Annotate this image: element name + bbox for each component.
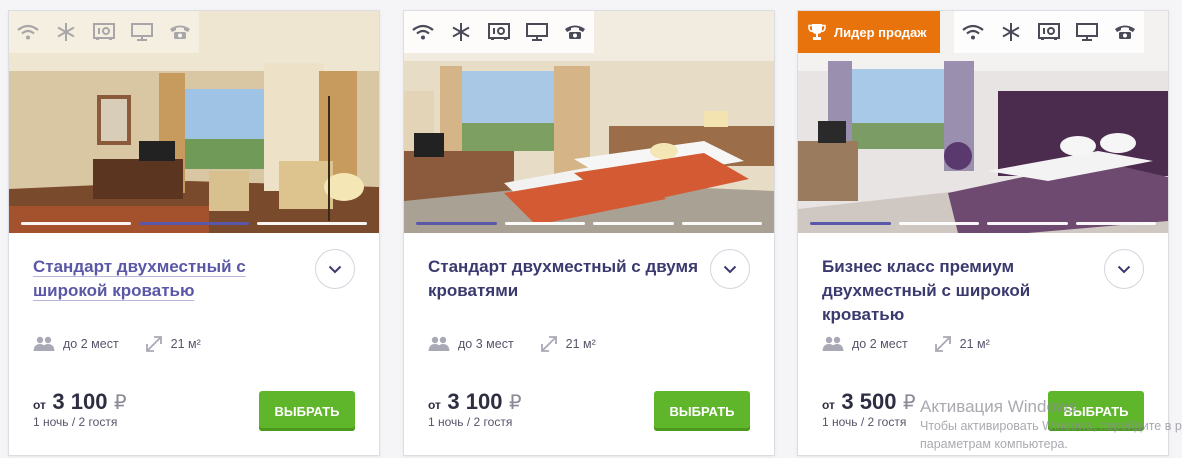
tv-icon — [518, 11, 556, 53]
slide-indicator-active[interactable] — [139, 222, 249, 225]
amenities-bar — [404, 11, 594, 53]
nights-guests: 1 ночь / 2 гостя — [822, 415, 907, 429]
price: от 3 100 ₽ — [428, 389, 522, 415]
windows-activation-watermark: Активация Windows Чтобы активировать Win… — [920, 397, 1182, 453]
phone-icon — [1106, 11, 1144, 53]
bestseller-badge-label: Лидер продаж — [834, 24, 927, 40]
guests-label: до 2 мест — [63, 337, 119, 351]
room-card: Стандарт двухместный с широкой кроватью … — [8, 10, 380, 456]
area-resize-icon — [145, 336, 162, 352]
slide-indicator[interactable] — [1075, 222, 1156, 225]
price-from-label: от — [33, 398, 46, 412]
slide-indicator[interactable] — [504, 222, 585, 225]
guests-label: до 3 мест — [458, 337, 514, 351]
room-card: Стандарт двухместный с двумя кроватями д… — [403, 10, 775, 456]
guests-icon — [428, 336, 450, 351]
safe-icon — [85, 11, 123, 53]
slide-indicator-active[interactable] — [416, 222, 497, 225]
area-spec: 21 м² — [934, 335, 990, 353]
guests-spec: до 2 мест — [822, 336, 908, 352]
photo-slider-indicators[interactable] — [810, 222, 1156, 225]
price-amount: 3 500 — [841, 389, 897, 414]
slide-indicator[interactable] — [21, 222, 131, 225]
safe-icon — [480, 11, 518, 53]
photo-slider-indicators[interactable] — [416, 222, 762, 225]
price-amount: 3 100 — [447, 389, 503, 414]
guests-icon — [33, 336, 55, 351]
expand-button[interactable] — [315, 249, 355, 289]
price-from-label: от — [428, 398, 441, 412]
price-amount: 3 100 — [52, 389, 108, 414]
expand-button[interactable] — [710, 249, 750, 289]
room-specs: до 2 мест 21 м² — [822, 335, 1016, 353]
chevron-down-icon — [1117, 265, 1131, 273]
air-conditioning-icon — [992, 11, 1030, 53]
slide-indicator[interactable] — [257, 222, 367, 225]
watermark-text: Чтобы активировать Windows, перейдите в … — [920, 419, 1182, 433]
slide-indicator[interactable] — [987, 222, 1068, 225]
amenities-bar — [9, 11, 199, 53]
safe-icon — [1030, 11, 1068, 53]
wifi-icon — [404, 11, 442, 53]
room-title[interactable]: Бизнес класс премиум двухместный с широк… — [822, 255, 1092, 327]
guests-label: до 2 мест — [852, 337, 908, 351]
guests-spec: до 3 мест — [428, 336, 514, 352]
price-from-label: от — [822, 398, 835, 412]
currency-symbol: ₽ — [508, 392, 522, 414]
nights-guests: 1 ночь / 2 гостя — [428, 415, 513, 429]
nights-guests: 1 ночь / 2 гостя — [33, 415, 118, 429]
amenities-bar — [954, 11, 1144, 53]
area-resize-icon — [540, 336, 557, 352]
wifi-icon — [9, 11, 47, 53]
room-photo[interactable] — [9, 11, 379, 233]
guests-spec: до 2 мест — [33, 336, 119, 352]
phone-icon — [556, 11, 594, 53]
area-label: 21 м² — [565, 337, 596, 351]
air-conditioning-icon — [47, 11, 85, 53]
room-specs: до 3 мест 21 м² — [428, 335, 622, 353]
room-card: Лидер продаж Бизнес класс премиум двухме… — [797, 10, 1169, 456]
watermark-title: Активация Windows — [920, 397, 1077, 416]
area-spec: 21 м² — [540, 335, 596, 353]
slide-indicator[interactable] — [898, 222, 979, 225]
room-photo[interactable] — [404, 11, 774, 233]
choose-button[interactable]: ВЫБРАТЬ — [654, 391, 750, 431]
room-title[interactable]: Стандарт двухместный с широкой кроватью — [33, 255, 303, 303]
room-photo[interactable]: Лидер продаж — [798, 11, 1168, 233]
price: от 3 100 ₽ — [33, 389, 127, 415]
air-conditioning-icon — [442, 11, 480, 53]
chevron-down-icon — [328, 265, 342, 273]
choose-button[interactable]: ВЫБРАТЬ — [259, 391, 355, 431]
trophy-icon — [808, 24, 826, 40]
guests-icon — [822, 336, 844, 351]
room-specs: до 2 мест 21 м² — [33, 335, 227, 353]
slide-indicator[interactable] — [593, 222, 674, 225]
wifi-icon — [954, 11, 992, 53]
currency-symbol: ₽ — [902, 392, 916, 414]
area-resize-icon — [934, 336, 951, 352]
area-label: 21 м² — [959, 337, 990, 351]
currency-symbol: ₽ — [113, 392, 127, 414]
tv-icon — [1068, 11, 1106, 53]
bestseller-badge: Лидер продаж — [798, 11, 941, 53]
phone-icon — [161, 11, 199, 53]
area-label: 21 м² — [170, 337, 201, 351]
slide-indicator-active[interactable] — [810, 222, 891, 225]
tv-icon — [123, 11, 161, 53]
slide-indicator[interactable] — [681, 222, 762, 225]
chevron-down-icon — [723, 265, 737, 273]
area-spec: 21 м² — [145, 335, 201, 353]
price: от 3 500 ₽ — [822, 389, 916, 415]
photo-slider-indicators[interactable] — [21, 222, 367, 225]
watermark-text: параметрам компьютера. — [920, 437, 1068, 451]
expand-button[interactable] — [1104, 249, 1144, 289]
room-title[interactable]: Стандарт двухместный с двумя кроватями — [428, 255, 698, 303]
